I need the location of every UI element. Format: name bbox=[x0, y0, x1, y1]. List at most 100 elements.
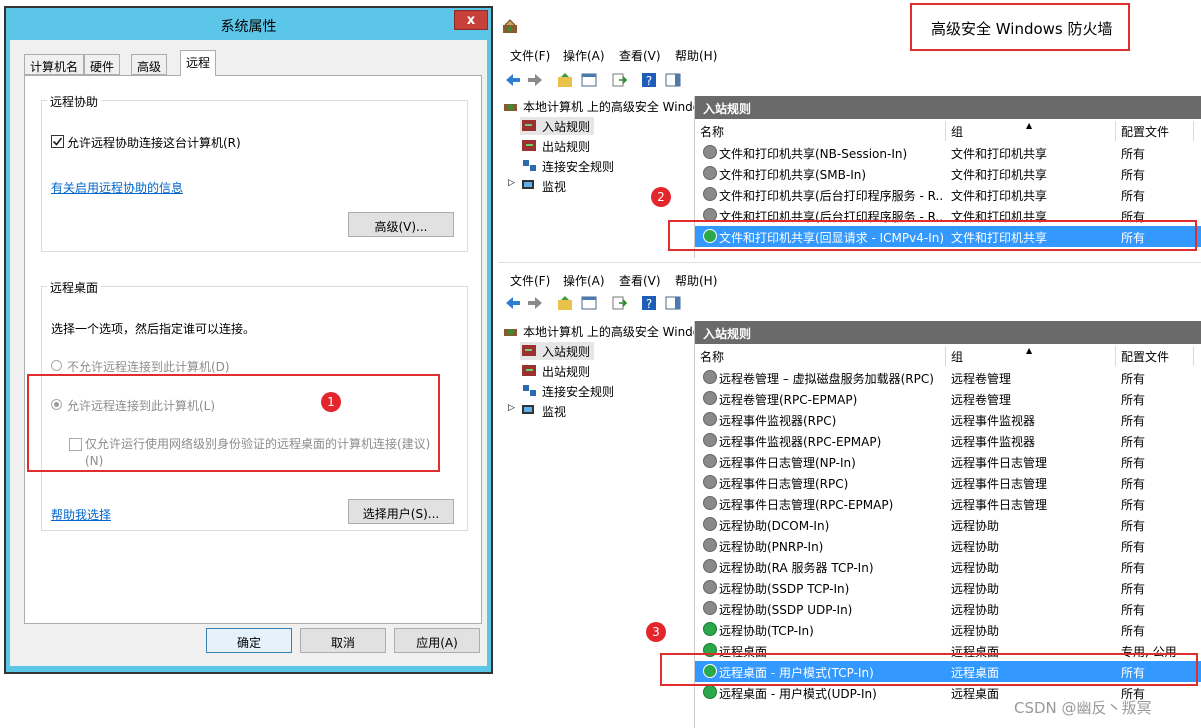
badge-2: 2 bbox=[651, 187, 671, 207]
rule-group: 远程协助 bbox=[951, 561, 1000, 575]
table-row[interactable]: 远程事件日志管理(NP-In) 远程事件日志管理 所有 bbox=[695, 451, 1201, 472]
export-list-icon-2[interactable] bbox=[610, 294, 628, 312]
column-name-2[interactable]: 名称 bbox=[695, 346, 946, 366]
checkmark-icon bbox=[52, 137, 63, 146]
column-group[interactable]: 组 ▲ bbox=[946, 121, 1116, 141]
tree-connection-security[interactable]: 连接安全规则 bbox=[520, 157, 670, 175]
table-row[interactable]: 文件和打印机共享(NB-Session-In) 文件和打印机共享 所有 bbox=[695, 142, 1201, 163]
inbound-rules-icon bbox=[522, 120, 536, 131]
firewall-root-icon-2 bbox=[504, 329, 517, 336]
table-row[interactable]: 远程事件日志管理(RPC) 远程事件日志管理 所有 bbox=[695, 472, 1201, 493]
rule-name: 文件和打印机共享(SMB-In) bbox=[719, 168, 867, 182]
column-profile[interactable]: 配置文件 bbox=[1116, 121, 1194, 141]
table-row[interactable]: 远程卷管理(RPC-EPMAP) 远程卷管理 所有 bbox=[695, 388, 1201, 409]
select-users-button[interactable]: 选择用户(S)... bbox=[348, 499, 454, 524]
tree-monitor-2[interactable]: ▷ 监视 bbox=[508, 402, 628, 420]
table-row[interactable]: 远程协助(SSDP UDP-In) 远程协助 所有 bbox=[695, 598, 1201, 619]
column-profile-2[interactable]: 配置文件 bbox=[1116, 346, 1194, 366]
deny-remote-radio[interactable] bbox=[51, 360, 62, 371]
menu-action[interactable]: 操作(A) bbox=[563, 47, 605, 64]
table-row[interactable]: 远程卷管理 – 虚拟磁盘服务加载器(RPC) 远程卷管理 所有 bbox=[695, 367, 1201, 388]
table-row[interactable]: 文件和打印机共享(SMB-In) 文件和打印机共享 所有 bbox=[695, 163, 1201, 184]
rule-disabled-icon bbox=[703, 391, 717, 405]
menu-help[interactable]: 帮助(H) bbox=[675, 47, 717, 64]
tab-remote[interactable]: 远程 bbox=[180, 50, 217, 76]
help-icon-2[interactable]: ? bbox=[640, 294, 658, 312]
tree-connection-security-2[interactable]: 连接安全规则 bbox=[520, 382, 670, 400]
rule-profile: 所有 bbox=[1121, 561, 1146, 575]
table-row[interactable]: 远程事件监视器(RPC-EPMAP) 远程事件监视器 所有 bbox=[695, 430, 1201, 451]
menu-file-2[interactable]: 文件(F) bbox=[510, 272, 550, 289]
tab-computer-name[interactable]: 计算机名 bbox=[24, 54, 85, 75]
forward-arrow-icon-2[interactable] bbox=[526, 294, 544, 312]
rule-group: 文件和打印机共享 bbox=[951, 168, 1048, 182]
tree-root-2[interactable]: 本地计算机 上的高级安全 Windows bbox=[504, 322, 694, 340]
table-row[interactable]: 文件和打印机共享(后台打印程序服务 - R... 文件和打印机共享 所有 bbox=[695, 184, 1201, 205]
column-group-2[interactable]: 组 ▲ bbox=[946, 346, 1116, 366]
tree-inbound-rules-2[interactable]: 入站规则 bbox=[520, 342, 594, 360]
allow-assist-checkbox[interactable] bbox=[51, 135, 64, 148]
folder-up-icon-2[interactable] bbox=[556, 294, 574, 312]
show-hide-tree-icon[interactable] bbox=[580, 71, 598, 89]
close-button[interactable]: x bbox=[454, 10, 488, 30]
table-row[interactable]: 远程事件日志管理(RPC-EPMAP) 远程事件日志管理 所有 bbox=[695, 493, 1201, 514]
action-pane-icon[interactable] bbox=[664, 71, 682, 89]
highlight-box-2 bbox=[668, 220, 1197, 251]
table-row[interactable]: 远程事件监视器(RPC) 远程事件监视器 所有 bbox=[695, 409, 1201, 430]
back-arrow-icon[interactable] bbox=[504, 71, 522, 89]
rule-name: 远程事件日志管理(RPC-EPMAP) bbox=[719, 498, 894, 512]
menu-action-2[interactable]: 操作(A) bbox=[563, 272, 605, 289]
show-hide-tree-icon-2[interactable] bbox=[580, 294, 598, 312]
rule-profile: 所有 bbox=[1121, 519, 1146, 533]
forward-arrow-icon[interactable] bbox=[526, 71, 544, 89]
menu-help-2[interactable]: 帮助(H) bbox=[675, 272, 717, 289]
rule-group: 远程卷管理 bbox=[951, 393, 1012, 407]
nav-tree-top: 本地计算机 上的高级安全 Windows 入站规则 出站规则 连接安全规则 ▷ … bbox=[498, 94, 694, 254]
help-icon[interactable]: ? bbox=[640, 71, 658, 89]
expand-arrow-icon[interactable]: ▷ bbox=[508, 178, 515, 188]
folder-up-icon[interactable] bbox=[556, 71, 574, 89]
table-row[interactable]: 远程协助(PNRP-In) 远程协助 所有 bbox=[695, 535, 1201, 556]
outbound-rules-icon bbox=[522, 140, 536, 151]
rule-profile: 所有 bbox=[1121, 414, 1146, 428]
tab-hardware[interactable]: 硬件 bbox=[84, 54, 121, 75]
menu-file[interactable]: 文件(F) bbox=[510, 47, 550, 64]
tab-advanced[interactable]: 高级 bbox=[131, 54, 168, 75]
table-row[interactable]: 远程协助(RA 服务器 TCP-In) 远程协助 所有 bbox=[695, 556, 1201, 577]
ok-button[interactable]: 确定 bbox=[206, 628, 292, 653]
assist-info-link[interactable]: 有关启用远程协助的信息 bbox=[51, 179, 183, 196]
rule-disabled-icon bbox=[703, 538, 717, 552]
menu-view-2[interactable]: 查看(V) bbox=[619, 272, 661, 289]
connection-security-icon-2 bbox=[523, 385, 536, 396]
remote-desktop-label: 远程桌面 bbox=[47, 279, 102, 296]
rule-enabled-icon bbox=[703, 685, 717, 699]
cancel-button[interactable]: 取消 bbox=[300, 628, 386, 653]
back-arrow-icon-2[interactable] bbox=[504, 294, 522, 312]
tree-outbound-rules[interactable]: 出站规则 bbox=[520, 137, 640, 155]
apply-button[interactable]: 应用(A) bbox=[394, 628, 480, 653]
allow-assist-label: 允许远程协助连接这台计算机(R) bbox=[67, 136, 241, 150]
tree-monitor[interactable]: ▷ 监视 bbox=[508, 177, 628, 195]
dialog-client: 计算机名 硬件 高级 远程 远程协助 允许远程协助连接这台计算机(R) 有关启用… bbox=[10, 40, 487, 666]
rule-name: 文件和打印机共享(NB-Session-In) bbox=[719, 147, 908, 161]
expand-arrow-icon-2[interactable]: ▷ bbox=[508, 403, 515, 413]
table-row[interactable]: 远程协助(SSDP TCP-In) 远程协助 所有 bbox=[695, 577, 1201, 598]
system-properties-dialog: 系统属性 x 计算机名 硬件 高级 远程 远程协助 允许远程协助连接这台计算机(… bbox=[4, 6, 493, 674]
table-row[interactable]: 远程协助(DCOM-In) 远程协助 所有 bbox=[695, 514, 1201, 535]
help-me-choose-link[interactable]: 帮助我选择 bbox=[51, 506, 111, 523]
table-row[interactable]: 远程协助(TCP-In) 远程协助 所有 bbox=[695, 619, 1201, 640]
export-list-icon[interactable] bbox=[610, 71, 628, 89]
action-pane-icon-2[interactable] bbox=[664, 294, 682, 312]
column-name[interactable]: 名称 bbox=[695, 121, 946, 141]
rule-profile: 所有 bbox=[1121, 624, 1146, 638]
advanced-button[interactable]: 高级(V)... bbox=[348, 212, 454, 237]
toolbar-top: ? bbox=[498, 68, 1201, 92]
rule-name: 远程卷管理(RPC-EPMAP) bbox=[719, 393, 858, 407]
tree-inbound-rules[interactable]: 入站规则 bbox=[520, 117, 594, 135]
dialog-titlebar[interactable]: 系统属性 x bbox=[6, 8, 491, 40]
menu-view[interactable]: 查看(V) bbox=[619, 47, 661, 64]
tree-root[interactable]: 本地计算机 上的高级安全 Windows bbox=[504, 97, 694, 115]
rule-disabled-icon bbox=[703, 187, 717, 201]
tree-outbound-rules-2[interactable]: 出站规则 bbox=[520, 362, 640, 380]
svg-text:?: ? bbox=[646, 297, 652, 311]
